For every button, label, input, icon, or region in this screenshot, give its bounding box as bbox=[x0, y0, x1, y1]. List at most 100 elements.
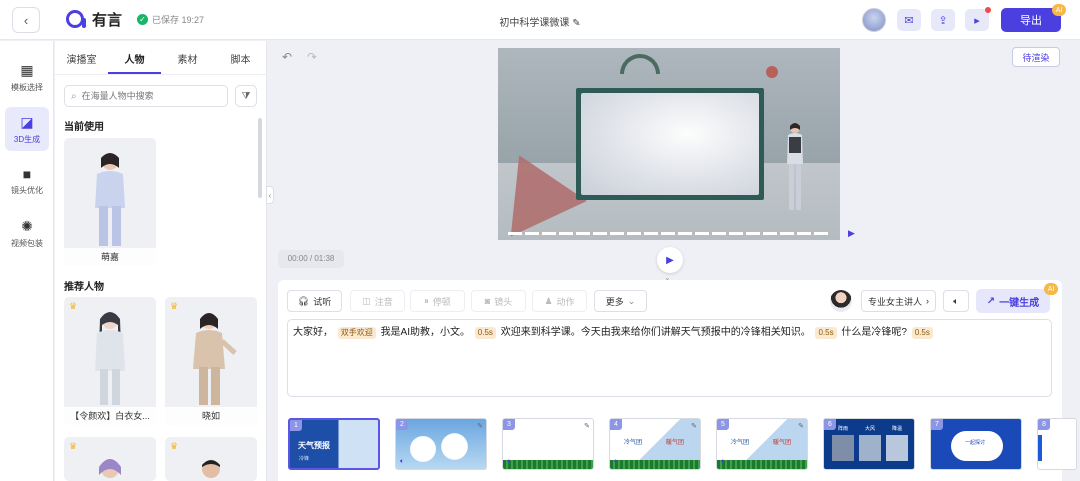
nav-item-3d[interactable]: ◪ 3D生成 bbox=[5, 107, 49, 151]
grass-decoration bbox=[503, 460, 593, 469]
volume-button[interactable]: 🔈︎ bbox=[943, 290, 969, 312]
character-figure bbox=[165, 437, 257, 481]
shot-label: 镜头 bbox=[494, 296, 513, 307]
slide-number: 3 bbox=[503, 419, 515, 430]
character-search-input[interactable] bbox=[81, 91, 212, 101]
logo-text: 有言 bbox=[92, 11, 123, 29]
character-name: 晓如 bbox=[165, 407, 257, 425]
character-figure bbox=[165, 297, 257, 407]
slide-thumbnail-7[interactable]: 7 一起探讨 bbox=[930, 418, 1022, 470]
script-text: 欢迎来到科学课。今天由我来给你们讲解天气预报中的冷锋相关知识。 bbox=[500, 327, 811, 338]
slide-thumbnail-5[interactable]: 5 ✎ 冷气团 暖气团 🔈︎ bbox=[716, 418, 808, 470]
presenter-avatar[interactable] bbox=[830, 290, 852, 312]
panel-scrollbar[interactable] bbox=[258, 118, 262, 198]
chevron-left-icon: ‹ bbox=[268, 190, 272, 200]
script-text: 什么是冷锋呢? bbox=[841, 327, 907, 338]
slide-number: 5 bbox=[717, 419, 729, 430]
triangle-ruler-prop bbox=[498, 137, 587, 237]
character-card[interactable]: ♛ bbox=[165, 437, 257, 481]
nav-item-template[interactable]: ▦ 模板选择 bbox=[5, 55, 49, 99]
ai-badge: AI bbox=[1052, 4, 1066, 16]
slide-label: 暖气团 bbox=[773, 440, 792, 446]
phonetic-button[interactable]: ◫ 注音 bbox=[350, 290, 405, 312]
tab-material[interactable]: 素材 bbox=[161, 49, 214, 74]
slide-number: 1 bbox=[290, 420, 302, 431]
slide-number: 4 bbox=[610, 419, 622, 430]
redo-button[interactable]: ↷ bbox=[307, 50, 317, 64]
more-label: 更多 bbox=[605, 296, 624, 307]
top-header: ‹ 有言 ✓ 已保存 19:27 初中科学课微课 ✎ ✉ ⇪ ▸ 导出 AI bbox=[0, 0, 1080, 40]
slide-thumbnail-3[interactable]: 3 ✎ 🔈︎ bbox=[502, 418, 594, 470]
nav-item-camera[interactable]: ■ 镜头优化 bbox=[5, 159, 49, 203]
character-card-current[interactable]: 萌嘉 bbox=[64, 138, 156, 266]
collapse-panel-button[interactable]: ‹ bbox=[266, 186, 274, 204]
pause-tag[interactable]: 0.5s bbox=[815, 327, 837, 339]
ai-badge: AI bbox=[1044, 283, 1058, 295]
document-title[interactable]: 初中科学课微课 ✎ bbox=[440, 14, 640, 29]
pause-tag[interactable]: 0.5s bbox=[474, 327, 496, 339]
slide-subtitle: 冷锋 bbox=[299, 456, 310, 462]
pause-label: 停顿 bbox=[432, 296, 451, 307]
camera-icon[interactable]: ▶ bbox=[848, 228, 855, 239]
listen-label: 试听 bbox=[313, 296, 332, 307]
pencil-icon[interactable]: ✎ bbox=[477, 422, 483, 430]
presenter-label: 专业女主讲人 bbox=[867, 296, 922, 307]
character-figure bbox=[64, 437, 156, 481]
slide-thumbnail-4[interactable]: 4 ✎ 冷气团 暖气团 🔈︎ bbox=[609, 418, 701, 470]
pause-button[interactable]: ⏸︎ 停顿 bbox=[410, 290, 465, 312]
presenter-figure bbox=[787, 123, 803, 210]
character-name: 【令颜欢】白衣女... bbox=[64, 407, 156, 425]
tab-studio[interactable]: 演播室 bbox=[55, 49, 108, 74]
script-text-area[interactable]: 大家好， 双手欢迎 我是AI助教，小文。 0.5s 欢迎来到科学课。今天由我来给… bbox=[287, 319, 1052, 397]
slide-thumbnail-1[interactable]: 1 天气预报 冷锋 bbox=[288, 418, 380, 470]
speaker-icon[interactable]: 🔈︎ bbox=[721, 458, 725, 466]
pencil-icon[interactable]: ✎ bbox=[584, 422, 590, 430]
recommend-section-title: 推荐人物 bbox=[64, 282, 104, 293]
user-avatar[interactable] bbox=[862, 8, 886, 32]
character-search[interactable]: ⌕ bbox=[64, 85, 228, 107]
speaker-icon[interactable]: 🔈︎ bbox=[400, 458, 404, 466]
presenter-select[interactable]: 专业女主讲人 › bbox=[861, 290, 936, 312]
film-reel-icon: ✺ bbox=[21, 217, 33, 234]
pending-render-button[interactable]: 待渲染 bbox=[1012, 47, 1060, 67]
one-click-generate-button[interactable]: ↗ 一键生成 bbox=[976, 289, 1050, 313]
check-circle-icon: ✓ bbox=[137, 14, 148, 25]
speaker-icon[interactable]: 🔈︎ bbox=[507, 458, 511, 466]
more-dropdown[interactable]: 更多 ⌄ bbox=[594, 290, 647, 312]
action-button[interactable]: ♟ 动作 bbox=[532, 290, 587, 312]
timeline-scrubber[interactable] bbox=[508, 232, 830, 235]
pause-tag[interactable]: 0.5s bbox=[911, 327, 933, 339]
play-button[interactable]: ▶ bbox=[657, 247, 683, 273]
pencil-icon[interactable]: ✎ bbox=[691, 422, 697, 430]
document-title-text: 初中科学课微课 bbox=[499, 18, 570, 29]
tab-character[interactable]: 人物 bbox=[108, 49, 161, 74]
mail-icon: ✉ bbox=[904, 14, 914, 27]
pencil-icon[interactable]: ✎ bbox=[572, 18, 580, 29]
screen-content bbox=[581, 93, 759, 195]
slide-thumbnail-8[interactable]: 8 bbox=[1037, 418, 1077, 470]
back-button[interactable]: ‹ bbox=[12, 7, 40, 33]
nav-item-packaging[interactable]: ✺ 视频包装 bbox=[5, 211, 49, 255]
share-button[interactable]: ⇪ bbox=[931, 9, 955, 31]
video-preview[interactable] bbox=[498, 48, 840, 240]
character-card[interactable]: ♛ 【令颜欢】白衣女... bbox=[64, 297, 156, 425]
action-tag[interactable]: 双手欢迎 bbox=[337, 327, 376, 339]
listen-button[interactable]: 🎧︎ 试听 bbox=[287, 290, 342, 312]
character-card[interactable]: ♛ bbox=[64, 437, 156, 481]
camera-icon: ◙ bbox=[484, 296, 491, 306]
slide-thumbnail-6[interactable]: 6 阵雨 大风 降温 bbox=[823, 418, 915, 470]
character-figure bbox=[64, 138, 156, 248]
phonetic-icon: ◫ bbox=[362, 295, 371, 306]
speaker-icon: 🔈︎ bbox=[953, 295, 959, 306]
undo-button[interactable]: ↶ bbox=[282, 50, 292, 64]
speaker-icon[interactable]: 🔈︎ bbox=[614, 458, 618, 466]
shot-button[interactable]: ◙ 镜头 bbox=[471, 290, 526, 312]
slide-thumbnail-2[interactable]: 2 ✎ 🔈︎ bbox=[395, 418, 487, 470]
character-card[interactable]: ♛ 晓如 bbox=[165, 297, 257, 425]
message-button[interactable]: ✉ bbox=[897, 9, 921, 31]
panel-tabs: 演播室 人物 素材 脚本 bbox=[55, 49, 267, 75]
filter-button[interactable]: ⧩ bbox=[235, 85, 257, 107]
tab-script[interactable]: 脚本 bbox=[214, 49, 267, 74]
slide-photo bbox=[832, 435, 854, 461]
pencil-icon[interactable]: ✎ bbox=[798, 422, 804, 430]
